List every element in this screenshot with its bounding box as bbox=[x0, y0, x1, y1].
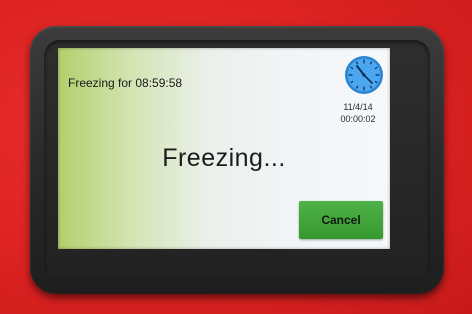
clock-icon bbox=[345, 56, 383, 94]
touch-screen: Freezing for 08:59:58 11/4/14 00:00:02 F… bbox=[58, 48, 390, 249]
cancel-button[interactable]: Cancel bbox=[299, 201, 383, 239]
freeze-timer-label: Freezing for 08:59:58 bbox=[68, 76, 183, 90]
clock-date: 11/4/14 bbox=[343, 102, 373, 112]
clock-time: 00:00:02 bbox=[340, 114, 376, 124]
status-message: Freezing... bbox=[162, 144, 286, 172]
device-photo: Freezing for 08:59:58 11/4/14 00:00:02 F… bbox=[0, 0, 472, 314]
